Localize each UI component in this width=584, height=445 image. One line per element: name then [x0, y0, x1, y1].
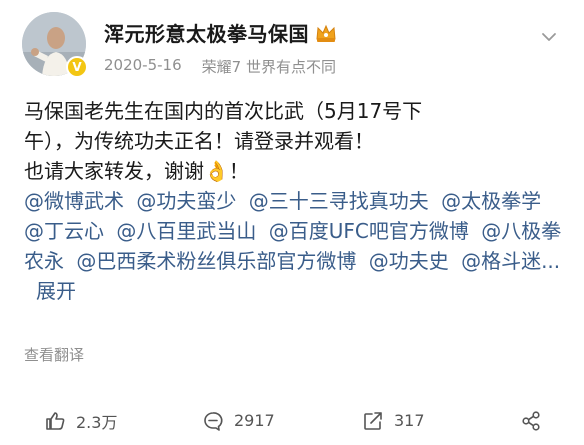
post-device: 荣耀7 世界有点不同: [201, 58, 336, 76]
share-button[interactable]: [520, 410, 552, 432]
chevron-down-icon[interactable]: [540, 28, 558, 46]
mention-link[interactable]: @功夫蛮少: [136, 189, 236, 213]
comment-count: 2917: [234, 411, 275, 430]
post-content: 马保国老先生在国内的首次比武（5月17号下 午），为传统功夫正名！请登录并观看！…: [24, 96, 568, 306]
action-bar: 2.3万 2917 317: [0, 396, 584, 445]
mention-link[interactable]: @格斗迷...: [461, 249, 560, 273]
mention-link[interactable]: @丁云心: [24, 219, 104, 243]
share-nodes-icon: [522, 410, 540, 431]
comment-icon: [204, 411, 223, 431]
thumbs-up-icon: [46, 411, 65, 430]
mention-link[interactable]: @八百里武当山: [116, 219, 256, 243]
share-arrow-icon: [364, 411, 382, 430]
verified-badge-icon: V: [66, 56, 88, 78]
translate-link[interactable]: 查看翻译: [24, 344, 84, 365]
post-header: V 浑元形意太极拳马保国 2020-5-16 荣耀7 世界有点不同: [0, 0, 584, 96]
like-button[interactable]: 2.3万: [44, 409, 117, 433]
mention-link[interactable]: @三十三寻找真功夫: [249, 189, 429, 213]
post-text-line: 午），为传统功夫正名！请登录并观看！: [24, 129, 374, 153]
like-count: 2.3万: [76, 412, 118, 432]
mention-link[interactable]: @巴西柔术粉丝俱乐部官方微博: [76, 249, 356, 273]
ok-hand-emoji: 👌: [204, 159, 229, 183]
mention-link[interactable]: @百度UFC吧官方微博: [269, 219, 469, 243]
post-meta: 2020-5-16 荣耀7 世界有点不同: [104, 56, 336, 77]
mention-link[interactable]: @太极拳学: [441, 189, 541, 213]
mention-link[interactable]: @微博武术: [24, 189, 124, 213]
author-name[interactable]: 浑元形意太极拳马保国: [104, 18, 309, 47]
mention-link[interactable]: @功夫史: [369, 249, 449, 273]
post-date: 2020-5-16: [104, 56, 182, 74]
avatar[interactable]: V: [22, 12, 88, 78]
expand-link[interactable]: 展开: [36, 279, 76, 303]
post-text-line: 也请大家转发，谢谢👌！: [24, 159, 249, 183]
repost-count: 317: [394, 411, 425, 430]
crown-badge-icon: [316, 24, 336, 42]
repost-button[interactable]: 317: [362, 410, 425, 432]
comment-button[interactable]: 2917: [202, 410, 275, 432]
post-text-line: 马保国老先生在国内的首次比武（5月17号下: [24, 99, 423, 123]
mention-list: @微博武术 @功夫蛮少 @三十三寻找真功夫 @太极拳学 @丁云心 @八百里武当山…: [24, 186, 568, 306]
